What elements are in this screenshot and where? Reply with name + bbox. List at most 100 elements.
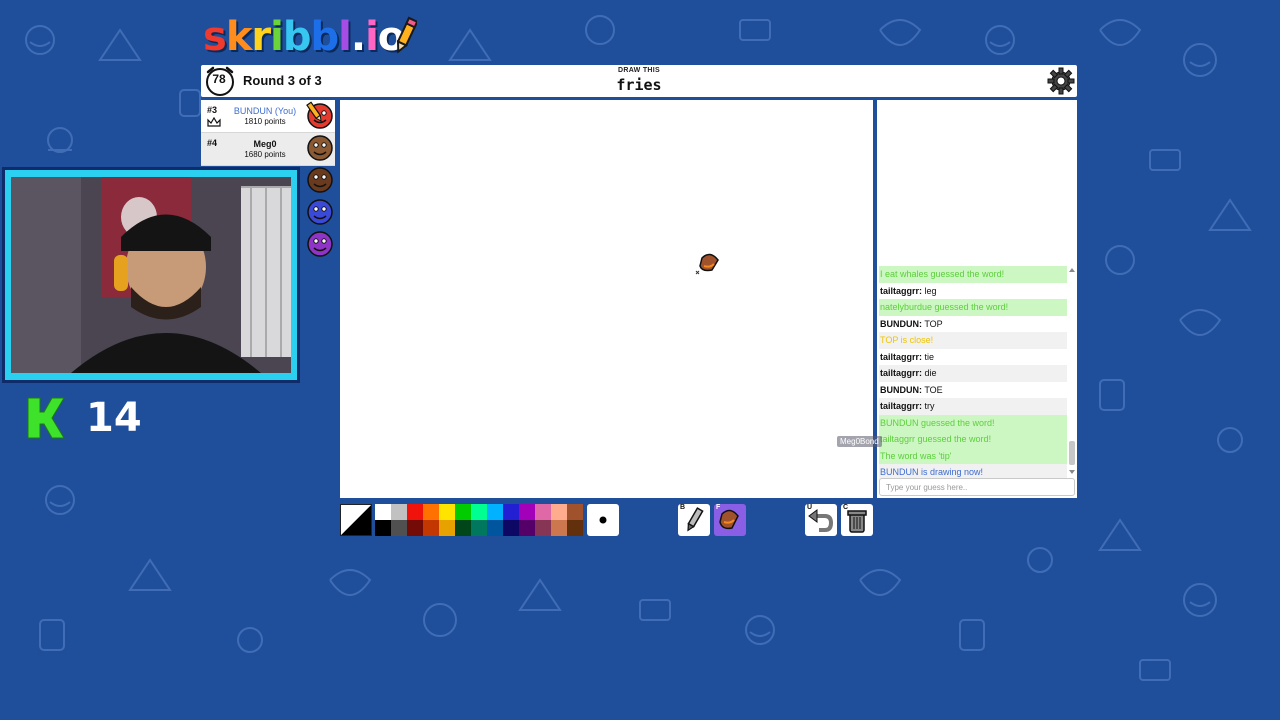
- color-swatch[interactable]: [423, 504, 439, 520]
- player-points: 1810 points: [244, 117, 286, 126]
- player-avatar: [304, 196, 336, 228]
- brush-size-dot-icon: [599, 516, 607, 524]
- chat-text: tie: [924, 351, 935, 362]
- word-to-draw: fries: [616, 76, 662, 94]
- k-counter: 14: [86, 395, 142, 441]
- webcam-feed: [11, 177, 291, 373]
- player-avatar: [304, 228, 336, 260]
- chat-text: tailtaggrr guessed the word!: [880, 434, 992, 444]
- chat-nick: tailtaggrr:: [880, 285, 923, 296]
- clear-hotkey: C: [843, 504, 849, 511]
- avatar-face-icon: [307, 231, 333, 257]
- current-color-swatch-icon: [340, 504, 372, 536]
- color-swatch[interactable]: [519, 504, 535, 520]
- player-name: BUNDUN (You): [233, 106, 297, 116]
- color-swatch[interactable]: [407, 520, 423, 536]
- color-swatch[interactable]: [439, 520, 455, 536]
- avatar-column: [304, 100, 336, 260]
- k-icon: [27, 397, 65, 439]
- color-swatch[interactable]: [535, 504, 551, 520]
- player-points: 1680 points: [244, 150, 286, 159]
- color-swatch[interactable]: [567, 520, 583, 536]
- avatar-face-icon: [307, 199, 333, 225]
- chat-message: tailtaggrr: leg: [879, 283, 1067, 300]
- chat-text: try: [924, 401, 935, 411]
- chat-text: The word was 'tip': [880, 450, 952, 461]
- guess-input[interactable]: [879, 478, 1075, 496]
- chat-message: I eat whales guessed the word!: [879, 266, 1067, 283]
- avatar-face-icon: [307, 135, 333, 161]
- chat-text: BUNDUN is drawing now!: [880, 467, 984, 477]
- avatar-face-icon: [307, 167, 333, 193]
- chat-message: tailtaggrr guessed the word!: [879, 431, 1067, 448]
- color-swatch[interactable]: [503, 520, 519, 536]
- color-swatch[interactable]: [567, 504, 583, 520]
- fill-tool-button[interactable]: F: [714, 504, 746, 536]
- color-swatch[interactable]: [487, 504, 503, 520]
- fill-bucket-cursor-icon: [695, 253, 719, 275]
- clear-canvas-button[interactable]: C: [841, 504, 873, 536]
- color-swatch[interactable]: [551, 520, 567, 536]
- chat-message: tailtaggrr: die: [879, 365, 1067, 382]
- player-avatar: [304, 164, 336, 196]
- chat-message: BUNDUN: TOE: [879, 382, 1067, 399]
- color-swatch[interactable]: [375, 520, 391, 536]
- logo-letter: l: [338, 14, 352, 60]
- chat-log: I eat whales guessed the word! tailtaggrr…: [879, 266, 1067, 481]
- color-swatch[interactable]: [375, 504, 391, 520]
- fill-hotkey: F: [716, 504, 721, 511]
- chat-nick: BUNDUN:: [880, 384, 922, 395]
- brush-hotkey: B: [680, 504, 686, 511]
- chat-text: TOE: [924, 384, 943, 395]
- logo-letter: s: [203, 14, 227, 60]
- player-rank: #4: [207, 138, 218, 148]
- current-color-indicator[interactable]: [340, 504, 372, 536]
- color-swatch[interactable]: [535, 520, 551, 536]
- brush-tool-button[interactable]: B: [678, 504, 710, 536]
- chat-text: die: [924, 368, 937, 378]
- chat-scroll-thumb[interactable]: [1069, 441, 1075, 465]
- brush-size-button[interactable]: [587, 504, 619, 536]
- undo-button[interactable]: U: [805, 504, 837, 536]
- logo-letter: i: [365, 14, 379, 60]
- chat-text: TOP: [924, 318, 943, 329]
- chat-message: The word was 'tip': [879, 447, 1067, 464]
- word-hint-label: DRAW THIS: [618, 67, 660, 74]
- color-swatch[interactable]: [455, 520, 471, 536]
- color-swatch[interactable]: [519, 520, 535, 536]
- color-swatch[interactable]: [551, 504, 567, 520]
- color-swatch[interactable]: [455, 504, 471, 520]
- logo-letter: k: [225, 14, 253, 60]
- color-swatch[interactable]: [471, 504, 487, 520]
- color-swatch[interactable]: [439, 504, 455, 520]
- chat-text: natelyburdue guessed the word!: [880, 302, 1009, 312]
- logo-letter: .: [350, 14, 366, 60]
- logo-letter: r: [251, 14, 271, 60]
- chat-nick: tailtaggrr:: [880, 351, 923, 362]
- skribbl-logo: skribbl.io: [203, 14, 417, 60]
- color-swatch[interactable]: [391, 520, 407, 536]
- color-swatch[interactable]: [391, 504, 407, 520]
- chat-text: leg: [924, 285, 937, 296]
- chat-text: BUNDUN guessed the word!: [880, 417, 995, 428]
- streamer-webcam: [2, 167, 300, 383]
- crown-icon: [207, 117, 221, 127]
- color-swatch[interactable]: [503, 504, 519, 520]
- chat-message: natelyburdue guessed the word!: [879, 299, 1067, 316]
- chat-message: tailtaggrr: try: [879, 398, 1067, 415]
- undo-hotkey: U: [807, 504, 813, 511]
- settings-gear-icon[interactable]: [1047, 67, 1075, 95]
- color-swatch[interactable]: [423, 520, 439, 536]
- chat-message: BUNDUN guessed the word!: [879, 414, 1067, 431]
- chat-text: I eat whales guessed the word!: [880, 269, 1005, 279]
- chat-message: BUNDUN: TOP: [879, 316, 1067, 333]
- drawer-name-tag: Meg0Bond: [837, 436, 882, 447]
- chat-panel: I eat whales guessed the word! tailtaggrr…: [877, 100, 1077, 498]
- color-swatch[interactable]: [471, 520, 487, 536]
- pencil-icon: [396, 16, 417, 54]
- color-swatch[interactable]: [487, 520, 503, 536]
- game-header: 78 Round 3 of 3 DRAW THIS fries: [201, 65, 1077, 97]
- chat-nick: tailtaggrr:: [880, 368, 923, 378]
- drawing-canvas[interactable]: [340, 100, 873, 498]
- color-swatch[interactable]: [407, 504, 423, 520]
